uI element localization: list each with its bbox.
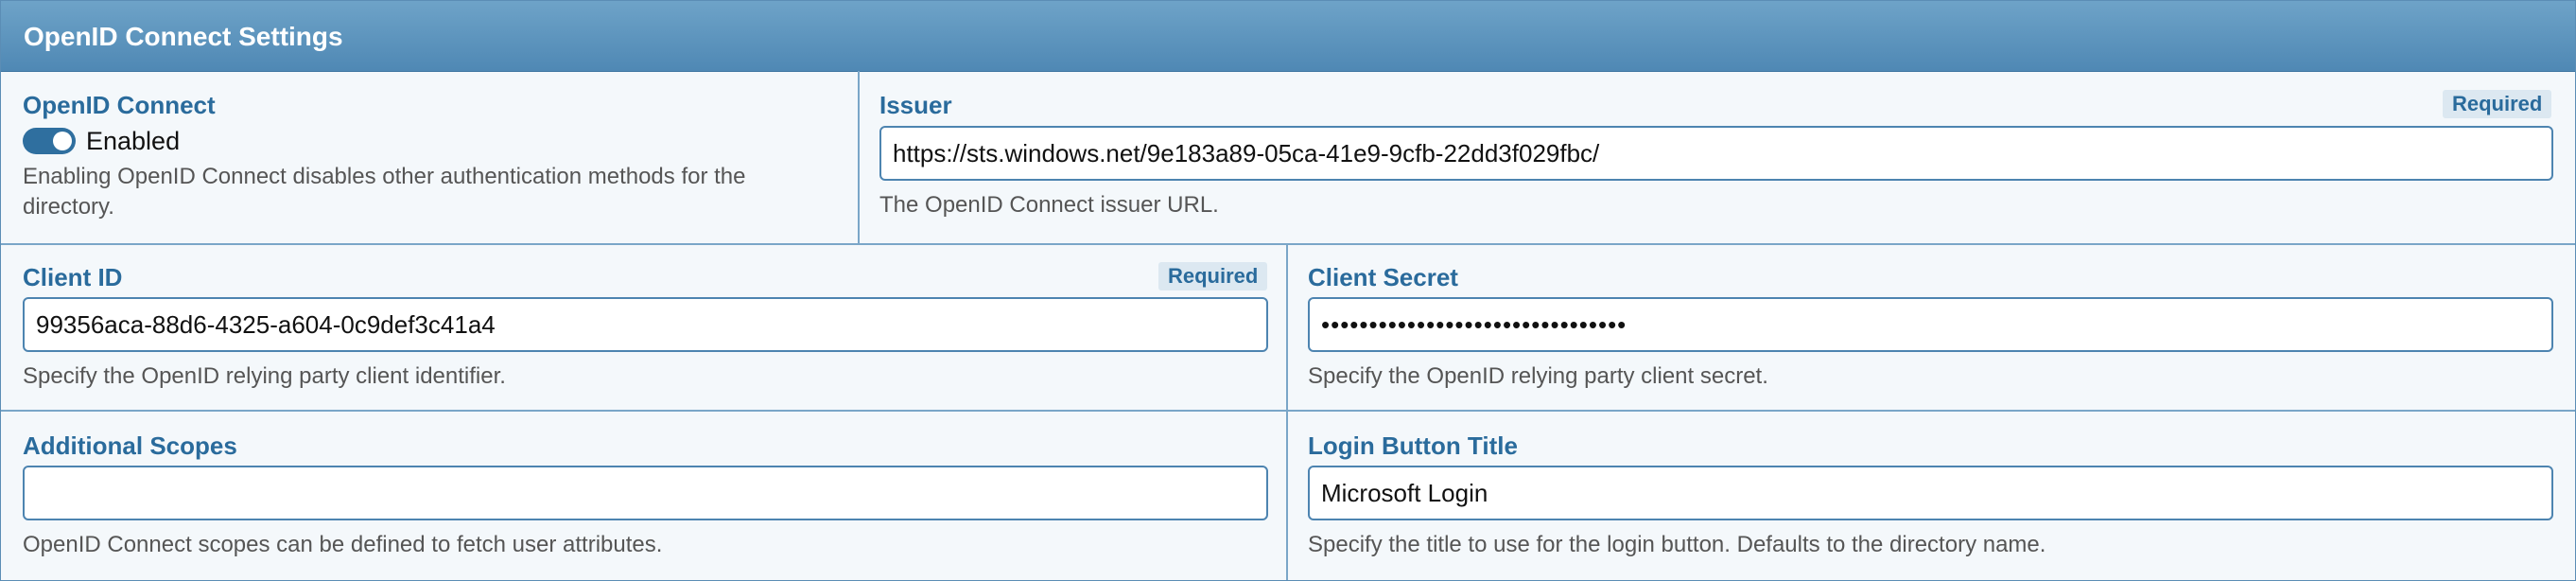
openid-connect-help: Enabling OpenID Connect disables other a… — [23, 164, 746, 220]
issuer-help: The OpenID Connect issuer URL. — [879, 192, 1219, 218]
issuer-label: Issuer — [879, 91, 952, 119]
openid-connect-toggle[interactable] — [23, 128, 76, 154]
additional-scopes-input[interactable] — [23, 466, 1268, 520]
issuer-input[interactable] — [879, 126, 2553, 181]
issuer-required-badge: Required — [2443, 90, 2552, 118]
toggle-knob — [53, 132, 72, 150]
row-divider-1 — [1, 243, 2575, 245]
col-divider-row2 — [1286, 243, 1288, 580]
openid-connect-toggle-state: Enabled — [86, 127, 181, 155]
client-id-required-badge: Required — [1158, 262, 1268, 290]
openid-connect-settings-panel: OpenID Connect Settings OpenID Connect E… — [0, 0, 2576, 581]
client-secret-help: Specify the OpenID relying party client … — [1308, 363, 1768, 389]
client-id-input[interactable] — [23, 297, 1268, 352]
panel-title: OpenID Connect Settings — [24, 22, 343, 51]
openid-connect-label: OpenID Connect — [23, 91, 216, 119]
login-button-title-input[interactable] — [1308, 466, 2553, 520]
additional-scopes-label: Additional Scopes — [23, 431, 237, 460]
row-divider-2 — [1, 410, 2575, 412]
client-secret-label: Client Secret — [1308, 263, 1458, 291]
additional-scopes-help: OpenID Connect scopes can be defined to … — [23, 532, 663, 557]
client-secret-input[interactable] — [1308, 297, 2553, 352]
panel-header: OpenID Connect Settings — [1, 1, 2575, 72]
col-divider-row1 — [858, 71, 860, 243]
client-id-help: Specify the OpenID relying party client … — [23, 363, 506, 389]
login-button-title-help: Specify the title to use for the login b… — [1308, 532, 2046, 557]
login-button-title-label: Login Button Title — [1308, 431, 1518, 460]
client-id-label: Client ID — [23, 263, 123, 291]
